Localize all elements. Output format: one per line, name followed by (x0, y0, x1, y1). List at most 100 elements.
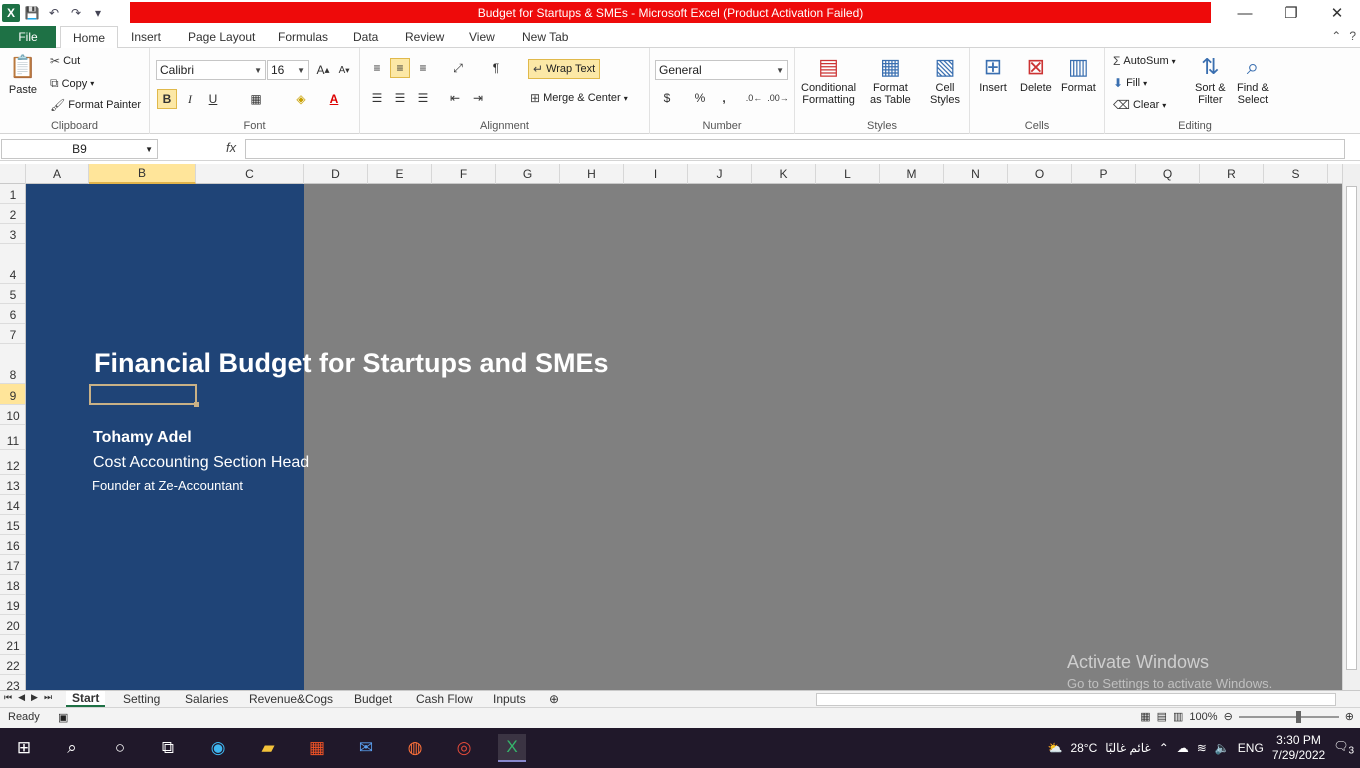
edge-icon[interactable]: ◉ (204, 734, 232, 762)
comma-icon[interactable]: , (714, 88, 734, 108)
tab-file[interactable]: File (0, 26, 56, 48)
tab-new-tab[interactable]: New Tab (522, 26, 568, 48)
help-icon[interactable]: ? (1349, 29, 1356, 43)
row-header-14[interactable]: 14 (0, 495, 25, 515)
sheet-tab-revenue-cogs[interactable]: Revenue&Cogs (243, 691, 339, 707)
sort-filter-button[interactable]: ⇅ Sort & Filter (1195, 52, 1226, 106)
row-header-12[interactable]: 12 (0, 450, 25, 475)
row-header-22[interactable]: 22 (0, 655, 25, 675)
row-header-15[interactable]: 15 (0, 515, 25, 535)
sheet-tab-setting[interactable]: Setting (117, 691, 166, 707)
font-name-select[interactable]: Calibri ▼ (156, 60, 266, 80)
show-hidden-icons-icon[interactable]: ⌃ (1159, 741, 1169, 755)
row-header-13[interactable]: 13 (0, 475, 25, 495)
insert-function-icon[interactable]: fx (226, 140, 236, 155)
name-box[interactable]: B9 ▼ (1, 139, 158, 159)
tab-formulas[interactable]: Formulas (278, 26, 328, 48)
row-header-19[interactable]: 19 (0, 595, 25, 615)
column-header-r[interactable]: R (1200, 164, 1264, 184)
row-header-18[interactable]: 18 (0, 575, 25, 595)
row-header-8[interactable]: 8 (0, 344, 25, 384)
column-header-o[interactable]: O (1008, 164, 1072, 184)
notification-center-icon[interactable]: 🗨3 (1333, 739, 1354, 756)
undo-icon[interactable]: ↶ (44, 3, 64, 23)
fill-color-icon[interactable]: ◈ (291, 89, 311, 109)
find-select-button[interactable]: ⌕ Find & Select (1237, 52, 1269, 106)
orientation-icon[interactable]: ⤢ (448, 58, 468, 78)
language-indicator[interactable]: ENG (1238, 741, 1264, 755)
minimize-ribbon-icon[interactable]: ⌃ (1331, 29, 1341, 43)
delete-cells-button[interactable]: ⊠ Delete (1020, 52, 1052, 94)
bold-button[interactable]: B (157, 89, 177, 109)
decrease-indent-icon[interactable]: ⇤ (445, 88, 465, 108)
save-icon[interactable]: 💾 (22, 3, 42, 23)
network-icon[interactable]: ≋ (1197, 741, 1207, 755)
column-header-i[interactable]: I (624, 164, 688, 184)
tab-insert[interactable]: Insert (131, 26, 161, 48)
close-button[interactable]: ✕ (1314, 0, 1360, 26)
redo-icon[interactable]: ↷ (66, 3, 86, 23)
restore-button[interactable]: ❐ (1268, 0, 1314, 26)
system-clock[interactable]: 3:30 PM 7/29/2022 (1272, 733, 1325, 763)
insert-cells-button[interactable]: ⊞ Insert (978, 52, 1008, 94)
text-direction-icon[interactable]: ¶ (486, 58, 506, 78)
column-header-e[interactable]: E (368, 164, 432, 184)
increase-indent-icon[interactable]: ⇥ (468, 88, 488, 108)
minimize-button[interactable]: — (1222, 0, 1268, 26)
merge-center-button[interactable]: ⊞ Merge & Center ▾ (530, 91, 628, 105)
row-header-23[interactable]: 23 (0, 675, 25, 690)
macro-record-icon[interactable]: ▣ (58, 711, 68, 724)
sheet-tab-cash-flow[interactable]: Cash Flow (410, 691, 479, 707)
select-all-corner[interactable] (0, 164, 26, 184)
zoom-in-icon[interactable]: ⊕ (1345, 710, 1354, 723)
align-left-icon[interactable]: ☰ (367, 88, 387, 108)
weather-description[interactable]: غائم غالبًا (1105, 741, 1150, 755)
row-header-17[interactable]: 17 (0, 555, 25, 575)
row-header-20[interactable]: 20 (0, 615, 25, 635)
sheet-tab-salaries[interactable]: Salaries (179, 691, 234, 707)
format-painter-button[interactable]: 🖌 Format Painter (50, 98, 141, 112)
row-header-4[interactable]: 4 (0, 244, 25, 284)
clear-button[interactable]: ⌫ Clear ▾ (1113, 98, 1166, 112)
store-icon[interactable]: ▦ (303, 734, 331, 762)
tab-home[interactable]: Home (60, 26, 119, 49)
row-header-1[interactable]: 1 (0, 184, 25, 204)
last-sheet-icon[interactable]: ⏭ (44, 692, 52, 703)
wrap-text-button[interactable]: ↵ Wrap Text (528, 59, 601, 79)
tab-page-layout[interactable]: Page Layout (188, 26, 255, 48)
paste-button[interactable]: 📋 Paste (8, 52, 38, 96)
column-header-k[interactable]: K (752, 164, 816, 184)
excel-logo-icon[interactable]: X (2, 4, 20, 22)
prev-sheet-icon[interactable]: ◀ (18, 692, 25, 703)
format-as-table-button[interactable]: ▦ Format as Table (870, 52, 911, 106)
currency-icon[interactable]: $ (657, 88, 677, 108)
row-header-7[interactable]: 7 (0, 324, 25, 344)
fill-button[interactable]: ⬇ Fill ▾ (1113, 76, 1147, 90)
windows-start-icon[interactable]: ⊞ (10, 734, 38, 762)
row-header-9[interactable]: 9 (0, 384, 25, 405)
align-right-icon[interactable]: ☰ (413, 88, 433, 108)
align-center-icon[interactable]: ☰ (390, 88, 410, 108)
number-format-select[interactable]: General ▼ (655, 60, 788, 80)
column-header-d[interactable]: D (304, 164, 368, 184)
column-header-m[interactable]: M (880, 164, 944, 184)
volume-icon[interactable]: 🔈 (1215, 741, 1230, 755)
column-header-p[interactable]: P (1072, 164, 1136, 184)
tab-data[interactable]: Data (353, 26, 378, 48)
next-sheet-icon[interactable]: ▶ (31, 692, 38, 703)
format-cells-button[interactable]: ▥ Format (1061, 52, 1096, 94)
active-cell[interactable] (89, 384, 199, 407)
column-header-a[interactable]: A (26, 164, 89, 184)
row-header-5[interactable]: 5 (0, 284, 25, 304)
normal-view-icon[interactable]: ▦ (1140, 710, 1150, 723)
excel-taskbar-icon[interactable]: X (498, 734, 526, 762)
align-middle-icon[interactable]: ≡ (390, 58, 410, 78)
column-header-s[interactable]: S (1264, 164, 1328, 184)
customize-qat-icon[interactable]: ▾ (88, 3, 108, 23)
first-sheet-icon[interactable]: ⏮ (4, 692, 12, 703)
tab-review[interactable]: Review (405, 26, 444, 48)
cut-button[interactable]: ✂ Cut (50, 54, 80, 68)
mail-icon[interactable]: ✉ (352, 734, 380, 762)
task-view-icon[interactable]: ⧉ (154, 734, 182, 762)
chrome-icon[interactable]: ◎ (450, 734, 478, 762)
